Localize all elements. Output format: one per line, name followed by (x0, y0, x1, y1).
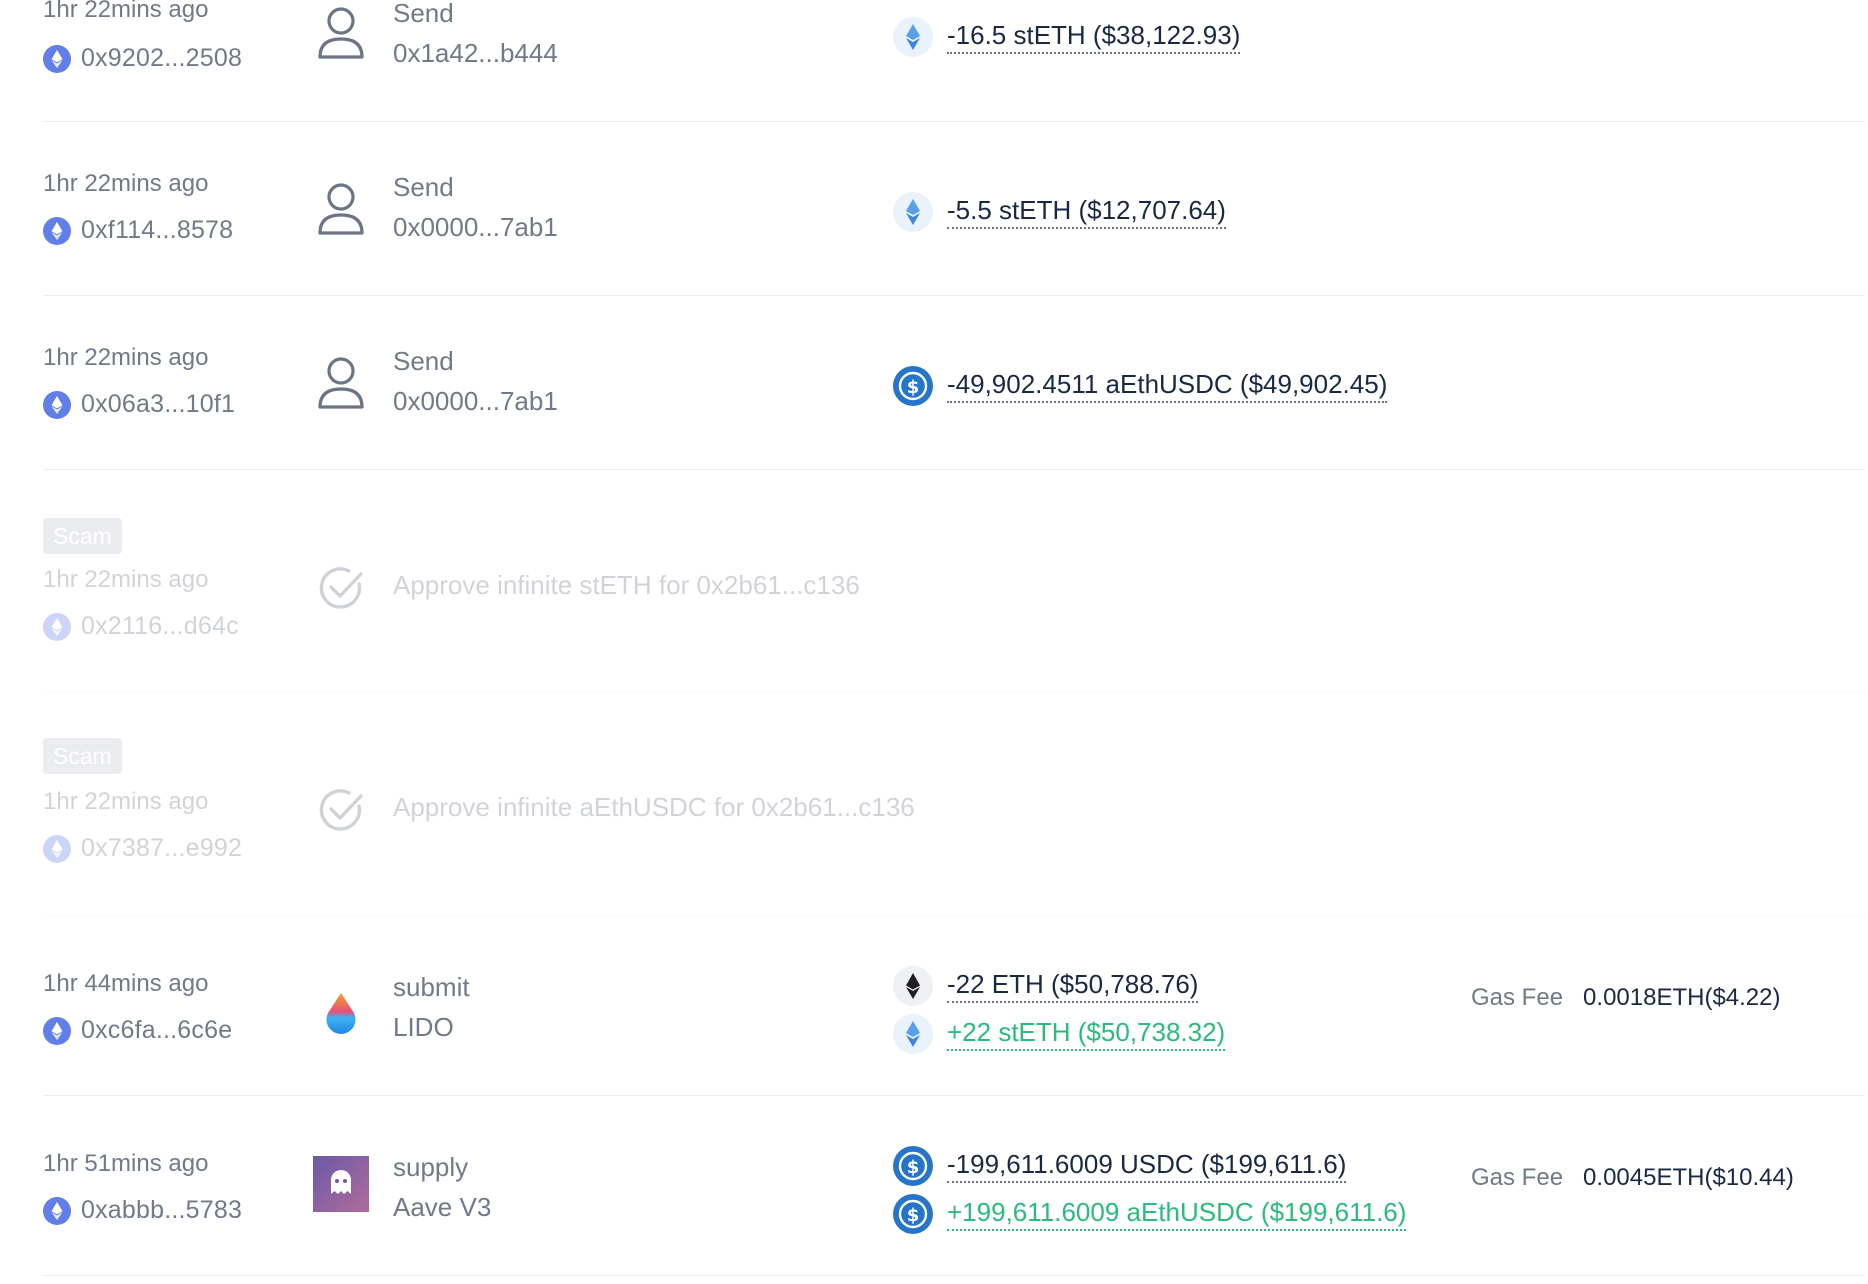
transaction-row: 1hr 22mins ago 0x9202...2508 Send 0x1a42… (43, 0, 1865, 122)
approve-check-icon (313, 782, 369, 838)
action-target-link[interactable]: 0x0000...7ab1 (393, 212, 558, 243)
ethereum-chain-icon (43, 612, 71, 641)
transaction-row: 1hr 51mins ago 0xabbb...5783 supply Aave… (43, 1096, 1865, 1276)
action-name: submit (393, 972, 470, 1002)
tx-hash: 0xc6fa...6c6e (81, 1016, 233, 1044)
tx-time: 1hr 22mins ago (43, 566, 209, 593)
gas-fee: Gas Fee 0.0045ETH($10.44) (1471, 1164, 1794, 1192)
token-amount[interactable]: -22 ETH ($50,788.76) (947, 969, 1199, 1003)
token-amount[interactable]: -5.5 stETH ($12,707.64) (947, 195, 1226, 229)
tx-hash: 0x9202...2508 (81, 44, 243, 72)
tx-hash-link[interactable]: 0x9202...2508 (43, 44, 242, 73)
tx-hash: 0x7387...e992 (81, 834, 243, 862)
tx-hash-link[interactable]: 0x7387...e992 (43, 834, 242, 863)
user-icon (313, 354, 369, 410)
transaction-row: 1hr 22mins ago 0xf114...8578 Send 0x0000… (43, 122, 1865, 296)
token-change: +22 stETH ($50,738.32) (893, 1014, 1226, 1054)
steth-icon (893, 17, 933, 57)
usdc-icon: $ (893, 1146, 933, 1186)
user-icon (313, 180, 369, 236)
ethereum-chain-icon (43, 1016, 71, 1045)
scam-badge: Scam tx (43, 518, 122, 585)
svg-text:$: $ (907, 377, 920, 398)
usdc-icon: $ (893, 366, 933, 406)
usdc-icon: $ (893, 1194, 933, 1234)
action-name: supply (393, 1152, 469, 1182)
action-name: Send (393, 0, 454, 28)
tx-time: 1hr 22mins ago (43, 0, 209, 23)
tx-hash: 0xabbb...5783 (81, 1196, 243, 1224)
action-target-link[interactable]: 0x0000...7ab1 (393, 386, 558, 417)
transaction-row: 1hr 22mins ago 0x06a3...10f1 Send 0x0000… (43, 296, 1865, 470)
approve-check-icon (313, 560, 369, 616)
scam-badge: Scam tx (43, 738, 122, 805)
token-amount[interactable]: -49,902.4511 aEthUSDC ($49,902.45) (947, 369, 1388, 403)
tx-hash-link[interactable]: 0x06a3...10f1 (43, 390, 235, 419)
token-change: -22 ETH ($50,788.76) (893, 966, 1199, 1006)
ethereum-chain-icon (43, 834, 71, 863)
transaction-row-scam: Scam tx 1hr 22mins ago 0x2116...d64c App… (43, 470, 1865, 692)
transaction-row: 1hr 44mins ago 0xc6fa...6c6e submit LIDO… (43, 916, 1865, 1096)
eth-icon (893, 966, 933, 1006)
tx-time: 1hr 51mins ago (43, 1150, 209, 1177)
tx-time: 1hr 22mins ago (43, 170, 209, 197)
ethereum-chain-icon (43, 44, 71, 73)
gas-fee-value: 0.0045ETH($10.44) (1583, 1164, 1794, 1191)
tx-hash-link[interactable]: 0xabbb...5783 (43, 1196, 242, 1225)
token-amount[interactable]: +22 stETH ($50,738.32) (947, 1017, 1226, 1051)
gas-fee-label: Gas Fee (1471, 1164, 1564, 1191)
action-target-link[interactable]: 0x1a42...b444 (393, 38, 558, 69)
tx-hash-link[interactable]: 0x2116...d64c (43, 612, 239, 641)
action-name: Send (393, 346, 454, 376)
tx-hash-link[interactable]: 0xf114...8578 (43, 216, 233, 245)
token-change: $ -49,902.4511 aEthUSDC ($49,902.45) (893, 366, 1388, 406)
token-change: $ +199,611.6009 aEthUSDC ($199,611.6) (893, 1194, 1407, 1234)
token-amount[interactable]: -199,611.6009 USDC ($199,611.6) (947, 1149, 1347, 1183)
transaction-row-scam: Scam tx 1hr 22mins ago 0x7387...e992 App… (43, 692, 1865, 916)
lido-logo-icon (313, 986, 369, 1042)
user-icon (313, 4, 369, 60)
action-description: Approve infinite stETH for 0x2b61...c136 (393, 570, 860, 600)
action-target-link[interactable]: Aave V3 (393, 1192, 491, 1223)
token-amount[interactable]: +199,611.6009 aEthUSDC ($199,611.6) (947, 1197, 1407, 1231)
token-change: -16.5 stETH ($38,122.93) (893, 17, 1241, 57)
row-divider (43, 1275, 1865, 1276)
tx-time: 1hr 22mins ago (43, 344, 209, 371)
tx-hash: 0x06a3...10f1 (81, 390, 236, 418)
tx-hash-link[interactable]: 0xc6fa...6c6e (43, 1016, 232, 1045)
action-target-link[interactable]: LIDO (393, 1012, 454, 1043)
token-change: -5.5 stETH ($12,707.64) (893, 192, 1226, 232)
action-name: Send (393, 172, 454, 202)
tx-time: 1hr 44mins ago (43, 970, 209, 997)
gas-fee-value: 0.0018ETH($4.22) (1583, 984, 1781, 1011)
gas-fee: Gas Fee 0.0018ETH($4.22) (1471, 984, 1781, 1012)
ethereum-chain-icon (43, 390, 71, 419)
tx-hash: 0x2116...d64c (81, 612, 239, 640)
tx-hash: 0xf114...8578 (81, 216, 234, 244)
tx-time: 1hr 22mins ago (43, 788, 209, 815)
svg-text:$: $ (907, 1157, 920, 1178)
aave-logo-icon (313, 1156, 369, 1212)
token-change: $ -199,611.6009 USDC ($199,611.6) (893, 1146, 1347, 1186)
gas-fee-label: Gas Fee (1471, 984, 1564, 1011)
token-amount[interactable]: -16.5 stETH ($38,122.93) (947, 20, 1241, 54)
ethereum-chain-icon (43, 216, 71, 245)
steth-icon (893, 1014, 933, 1054)
action-description: Approve infinite aEthUSDC for 0x2b61...c… (393, 792, 915, 822)
svg-text:$: $ (907, 1205, 920, 1226)
ethereum-chain-icon (43, 1196, 71, 1225)
steth-icon (893, 192, 933, 232)
